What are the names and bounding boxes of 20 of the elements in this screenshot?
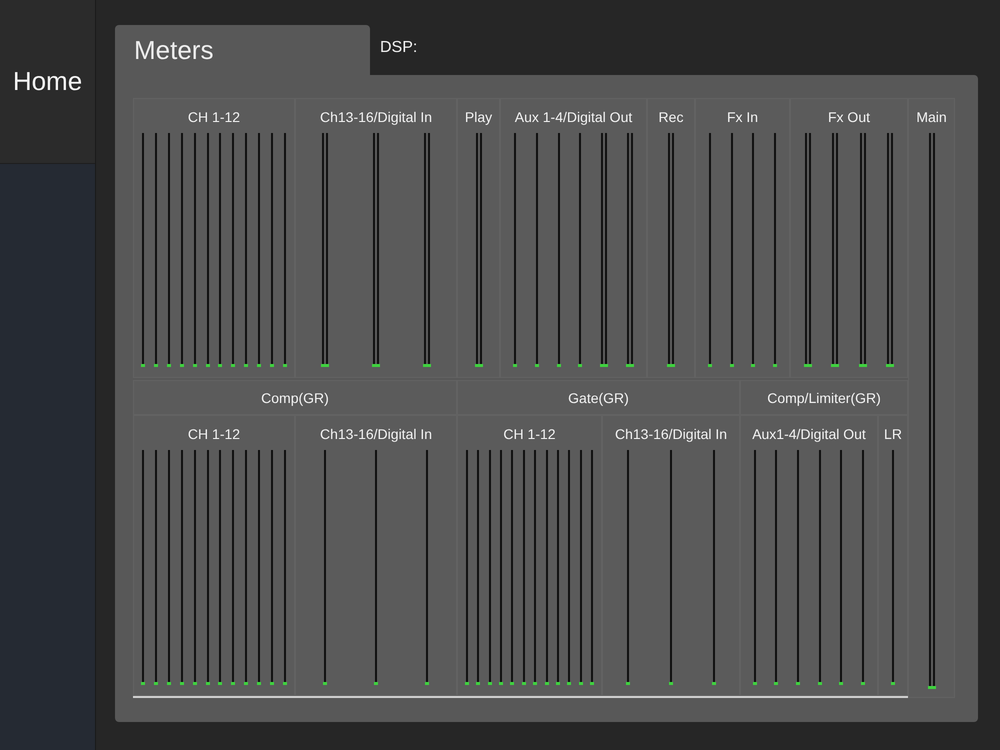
group-title: Aux1-4/Digital Out xyxy=(752,426,866,442)
group-title: Ch13-16/Digital In xyxy=(614,426,728,442)
group-title: Play xyxy=(464,109,492,125)
group-title: CH 1-12 xyxy=(188,109,240,125)
group-title: CH 1-12 xyxy=(188,426,240,442)
section-title: Comp(GR) xyxy=(261,390,329,406)
group-title: Aux 1-4/Digital Out xyxy=(514,109,632,125)
group-title: Rec xyxy=(658,109,684,125)
group-title: Main xyxy=(916,109,947,125)
home-nav-item[interactable]: Home xyxy=(0,0,95,164)
tab[interactable]: Meters xyxy=(115,25,370,75)
group-title: Fx In xyxy=(726,109,758,125)
group-title: LR xyxy=(884,426,902,442)
tab[interactable]: DSP: xyxy=(370,25,428,75)
group-title: Ch13-16/Digital In xyxy=(320,109,432,125)
section-title: Comp/Limiter(GR) xyxy=(767,390,881,406)
group-title: CH 1-12 xyxy=(503,426,556,442)
group-title: Ch13-16/Digital In xyxy=(320,426,432,442)
group-title: Fx Out xyxy=(828,109,870,125)
section-title: Gate(GR) xyxy=(568,390,629,406)
